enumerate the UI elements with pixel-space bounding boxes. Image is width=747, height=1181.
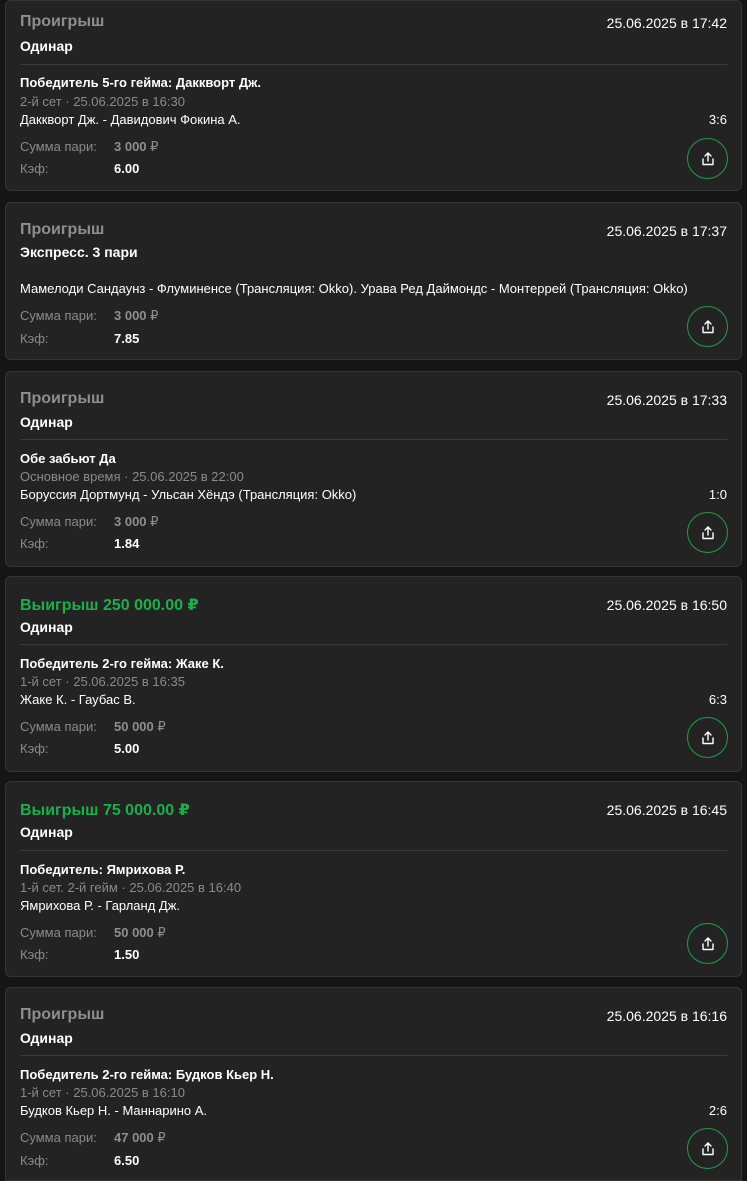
share-button[interactable] <box>687 138 728 179</box>
stake-amount: 50 000 <box>114 719 154 734</box>
event-meta: 2-й сет · 25.06.2025 в 16:30 <box>20 94 185 109</box>
stake-value: 50 000 ₽ <box>114 925 166 941</box>
bet-type: Одинар <box>20 824 73 840</box>
bet-type: Экспресс. 3 пари <box>20 244 138 260</box>
stake-amount: 3 000 <box>114 308 147 323</box>
share-icon <box>701 936 714 950</box>
coef-value: 6.00 <box>114 161 140 176</box>
currency-sign: ₽ <box>150 139 159 154</box>
stake-amount: 3 000 <box>114 139 147 154</box>
divider <box>20 64 727 65</box>
event-name: Боруссия Дортмунд - Ульсан Хёндэ (Трансл… <box>20 487 357 502</box>
bet-market: Победитель 2-го гейма: Будков Кьер Н. <box>20 1067 274 1082</box>
coef-label: Кэф: <box>20 741 49 756</box>
stake-amount: 3 000 <box>114 514 147 529</box>
bet-status: Выигрыш 250 000.00 ₽ <box>20 597 199 614</box>
share-icon <box>701 730 714 744</box>
coef-value: 6.50 <box>114 1153 140 1168</box>
coef-label: Кэф: <box>20 161 49 176</box>
stake-amount: 47 000 <box>114 1130 154 1145</box>
bet-card[interactable]: Проигрыш 25.06.2025 в 17:33 Одинар Обе з… <box>5 371 742 567</box>
bet-datetime: 25.06.2025 в 16:16 <box>606 1008 727 1024</box>
coef-value: 5.00 <box>114 741 140 756</box>
bet-card[interactable]: Проигрыш 25.06.2025 в 17:37 Экспресс. 3 … <box>5 202 742 360</box>
coef-label: Кэф: <box>20 1153 49 1168</box>
event-name: Мамелоди Сандаунз - Флуминенсе (Трансляц… <box>20 281 688 296</box>
coef-label: Кэф: <box>20 947 49 962</box>
bet-card[interactable]: Проигрыш 25.06.2025 в 16:16 Одинар Побед… <box>5 987 742 1181</box>
stake-value: 3 000 ₽ <box>114 308 158 324</box>
event-score: 1:0 <box>708 487 727 502</box>
bet-datetime: 25.06.2025 в 17:33 <box>606 392 727 408</box>
stake-label: Сумма пари: <box>20 719 97 734</box>
coef-label: Кэф: <box>20 536 49 551</box>
divider <box>20 439 727 440</box>
share-icon <box>701 151 714 165</box>
bet-type: Одинар <box>20 38 73 54</box>
currency-sign: ₽ <box>150 514 159 529</box>
bet-datetime: 25.06.2025 в 16:45 <box>606 802 727 818</box>
share-button[interactable] <box>687 717 728 758</box>
bet-status: Проигрыш <box>20 1006 105 1023</box>
bet-market: Победитель 2-го гейма: Жаке К. <box>20 656 224 671</box>
currency-sign: ₽ <box>157 719 166 734</box>
event-score: 6:3 <box>708 692 727 707</box>
divider <box>20 644 727 645</box>
event-name: Даккворт Дж. - Давидович Фокина А. <box>20 112 241 127</box>
event-score: 2:6 <box>708 1103 727 1118</box>
stake-value: 3 000 ₽ <box>114 139 158 155</box>
share-button[interactable] <box>687 923 728 964</box>
stake-label: Сумма пари: <box>20 514 97 529</box>
stake-label: Сумма пари: <box>20 925 97 940</box>
divider <box>20 1055 727 1056</box>
stake-label: Сумма пари: <box>20 308 97 323</box>
bet-market: Обе забьют Да <box>20 451 116 466</box>
currency-sign: ₽ <box>150 308 159 323</box>
stake-value: 50 000 ₽ <box>114 719 166 735</box>
coef-label: Кэф: <box>20 331 49 346</box>
divider <box>20 850 727 851</box>
event-meta: 1-й сет · 25.06.2025 в 16:35 <box>20 674 185 689</box>
bet-status: Проигрыш <box>20 221 105 238</box>
stake-label: Сумма пари: <box>20 1130 97 1145</box>
bet-status: Проигрыш <box>20 13 105 30</box>
bet-status: Проигрыш <box>20 390 105 407</box>
bet-type: Одинар <box>20 619 73 635</box>
share-icon <box>701 525 714 539</box>
bet-status: Выигрыш 75 000.00 ₽ <box>20 802 190 819</box>
event-name: Жаке К. - Гаубас В. <box>20 692 136 707</box>
stake-value: 47 000 ₽ <box>114 1130 166 1146</box>
currency-sign: ₽ <box>157 925 166 940</box>
event-name: Ямрихова Р. - Гарланд Дж. <box>20 898 181 913</box>
event-meta: 1-й сет · 25.06.2025 в 16:10 <box>20 1085 185 1100</box>
event-meta: 1-й сет. 2-й гейм · 25.06.2025 в 16:40 <box>20 880 242 895</box>
currency-sign: ₽ <box>157 1130 166 1145</box>
stake-amount: 50 000 <box>114 925 154 940</box>
bet-datetime: 25.06.2025 в 17:37 <box>606 223 727 239</box>
bet-market: Победитель: Ямрихова Р. <box>20 862 186 877</box>
event-meta: Основное время · 25.06.2025 в 22:00 <box>20 469 244 484</box>
bet-type: Одинар <box>20 414 73 430</box>
bet-card[interactable]: Проигрыш 25.06.2025 в 17:42 Одинар Побед… <box>5 0 742 191</box>
bet-datetime: 25.06.2025 в 17:42 <box>606 15 727 31</box>
stake-value: 3 000 ₽ <box>114 514 158 530</box>
coef-value: 7.85 <box>114 331 140 346</box>
bet-card[interactable]: Выигрыш 75 000.00 ₽ 25.06.2025 в 16:45 О… <box>5 781 742 977</box>
bet-datetime: 25.06.2025 в 16:50 <box>606 597 727 613</box>
share-icon <box>701 1141 714 1155</box>
stake-label: Сумма пари: <box>20 139 97 154</box>
event-score: 3:6 <box>708 112 727 127</box>
share-icon <box>701 319 714 333</box>
event-name: Будков Кьер Н. - Маннарино А. <box>20 1103 208 1118</box>
share-button[interactable] <box>687 1128 728 1169</box>
bet-market: Победитель 5-го гейма: Даккворт Дж. <box>20 75 261 90</box>
bet-history-feed: Проигрыш 25.06.2025 в 17:42 Одинар Побед… <box>0 0 747 1181</box>
bet-type: Одинар <box>20 1030 73 1046</box>
coef-value: 1.84 <box>114 536 140 551</box>
share-button[interactable] <box>687 512 728 553</box>
share-button[interactable] <box>687 306 728 347</box>
bet-card[interactable]: Выигрыш 250 000.00 ₽ 25.06.2025 в 16:50 … <box>5 576 742 772</box>
coef-value: 1.50 <box>114 947 140 962</box>
